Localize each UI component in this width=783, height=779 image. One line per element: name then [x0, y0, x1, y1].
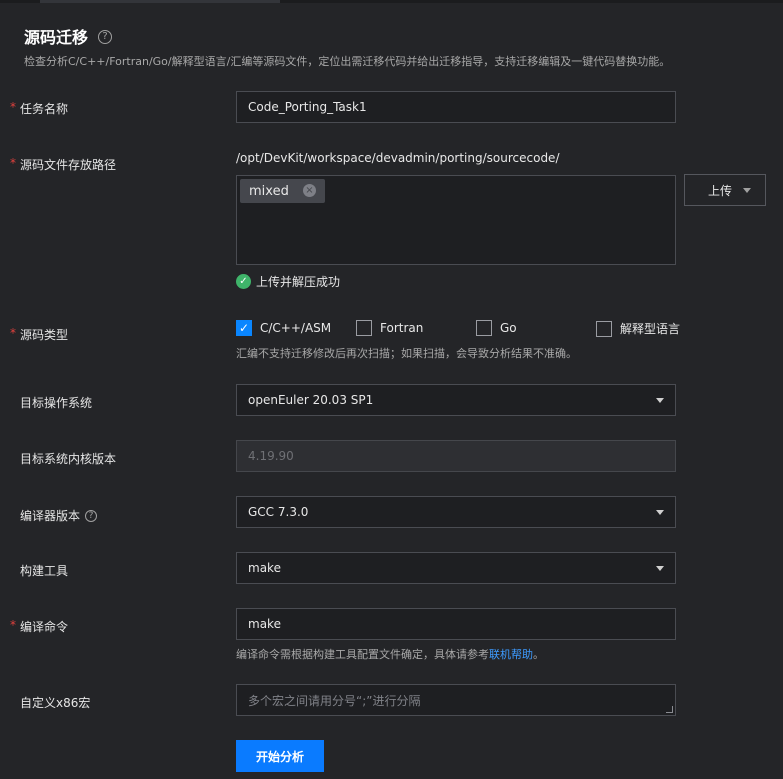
task-name-input[interactable]: Code_Porting_Task1 [236, 91, 676, 123]
checkbox-label: Fortran [380, 321, 424, 335]
target-os-value: openEuler 20.03 SP1 [248, 393, 374, 407]
compile-command-hint-end: 。 [533, 648, 544, 661]
compile-command-input[interactable]: make [236, 608, 676, 640]
task-name-value: Code_Porting_Task1 [248, 100, 367, 114]
kernel-version-label-text: 目标系统内核版本 [20, 452, 117, 466]
page-title: 源码迁移? [24, 24, 113, 48]
compile-command-label-text: 编译命令 [20, 620, 69, 634]
file-tag-label: mixed [249, 183, 289, 199]
compiler-version-label: 编译器版本? [20, 507, 98, 524]
checkbox-fortran[interactable]: Fortran [356, 320, 423, 336]
source-path-label: * 源码文件存放路径 [10, 156, 117, 173]
task-name-label: * 任务名称 [10, 100, 69, 117]
upload-button-label: 上传 [708, 183, 733, 198]
checkbox-unchecked-icon[interactable] [476, 320, 492, 336]
target-os-select[interactable]: openEuler 20.03 SP1 [236, 384, 676, 416]
compile-command-label: * 编译命令 [10, 618, 69, 635]
chevron-down-icon [743, 188, 751, 193]
close-icon[interactable]: × [303, 184, 316, 197]
source-type-label: * 源码类型 [10, 326, 69, 343]
checkbox-label: C/C++/ASM [260, 321, 332, 335]
checkbox-label: Go [500, 321, 517, 335]
source-type-label-text: 源码类型 [20, 328, 69, 342]
kernel-version-label: 目标系统内核版本 [20, 450, 116, 467]
check-circle-icon: ✓ [236, 274, 251, 289]
x86-macro-textarea[interactable]: 多个宏之间请用分号“;”进行分隔 [236, 684, 676, 716]
x86-macro-placeholder: 多个宏之间请用分号“;”进行分隔 [248, 693, 421, 708]
compile-command-hint-text: 编译命令需根据构建工具配置文件确定，具体请参考 [236, 648, 489, 661]
compile-command-hint: 编译命令需根据构建工具配置文件确定，具体请参考联机帮助。 [236, 646, 544, 662]
source-type-hint: 汇编不支持迁移修改后再次扫描；如果扫描，会导致分析结果不准确。 [236, 347, 577, 360]
build-tool-label: 构建工具 [20, 562, 68, 579]
upload-status-text: 上传并解压成功 [256, 275, 341, 289]
kernel-version-value: 4.19.90 [248, 449, 294, 463]
upload-status: ✓ 上传并解压成功 [236, 273, 340, 290]
required-mark: * [10, 100, 16, 114]
resize-handle-icon[interactable] [666, 706, 673, 713]
upload-button[interactable]: 上传 [684, 174, 766, 206]
x86-macro-label: 自定义x86宏 [20, 694, 90, 711]
compile-command-value: make [248, 617, 281, 631]
start-analysis-button[interactable]: 开始分析 [236, 740, 324, 772]
checkbox-checked-icon[interactable]: ✓ [236, 320, 252, 336]
help-icon[interactable]: ? [85, 509, 98, 522]
required-mark: * [10, 618, 16, 632]
file-tag: mixed × [240, 179, 325, 203]
build-tool-value: make [248, 561, 281, 575]
checkbox-interpreted[interactable]: 解释型语言 [596, 320, 680, 337]
page-title-text: 源码迁移 [24, 28, 89, 47]
checkbox-go[interactable]: Go [476, 320, 517, 336]
compiler-version-select[interactable]: GCC 7.3.0 [236, 496, 676, 528]
checkbox-label: 解释型语言 [620, 322, 681, 336]
source-path-text: /opt/DevKit/workspace/devadmin/porting/s… [236, 151, 560, 165]
target-os-label: 目标操作系统 [20, 394, 92, 411]
page-description: 检查分析C/C++/Fortran/Go/解释型语言/汇编等源码文件，定位出需迁… [24, 55, 671, 68]
kernel-version-input: 4.19.90 [236, 440, 676, 472]
chevron-down-icon [656, 510, 664, 515]
build-tool-label-text: 构建工具 [20, 564, 69, 578]
checkbox-unchecked-icon[interactable] [596, 320, 612, 337]
top-border [0, 0, 783, 3]
start-analysis-label: 开始分析 [255, 749, 304, 764]
source-file-box[interactable]: mixed × [236, 175, 676, 265]
online-help-link[interactable]: 联机帮助 [489, 648, 533, 661]
compiler-version-label-text: 编译器版本 [20, 509, 81, 523]
required-mark: * [10, 326, 16, 340]
chevron-down-icon [656, 566, 664, 571]
x86-macro-label-text: 自定义x86宏 [20, 696, 91, 710]
compiler-version-value: GCC 7.3.0 [248, 505, 309, 519]
checkbox-c-cpp-asm[interactable]: ✓ C/C++/ASM [236, 320, 331, 336]
chevron-down-icon [656, 398, 664, 403]
build-tool-select[interactable]: make [236, 552, 676, 584]
task-name-label-text: 任务名称 [20, 102, 69, 116]
target-os-label-text: 目标操作系统 [20, 396, 93, 410]
checkbox-unchecked-icon[interactable] [356, 320, 372, 336]
help-icon[interactable]: ? [98, 29, 113, 44]
top-tab-indicator [40, 0, 280, 3]
required-mark: * [10, 156, 16, 170]
source-path-label-text: 源码文件存放路径 [20, 158, 117, 172]
